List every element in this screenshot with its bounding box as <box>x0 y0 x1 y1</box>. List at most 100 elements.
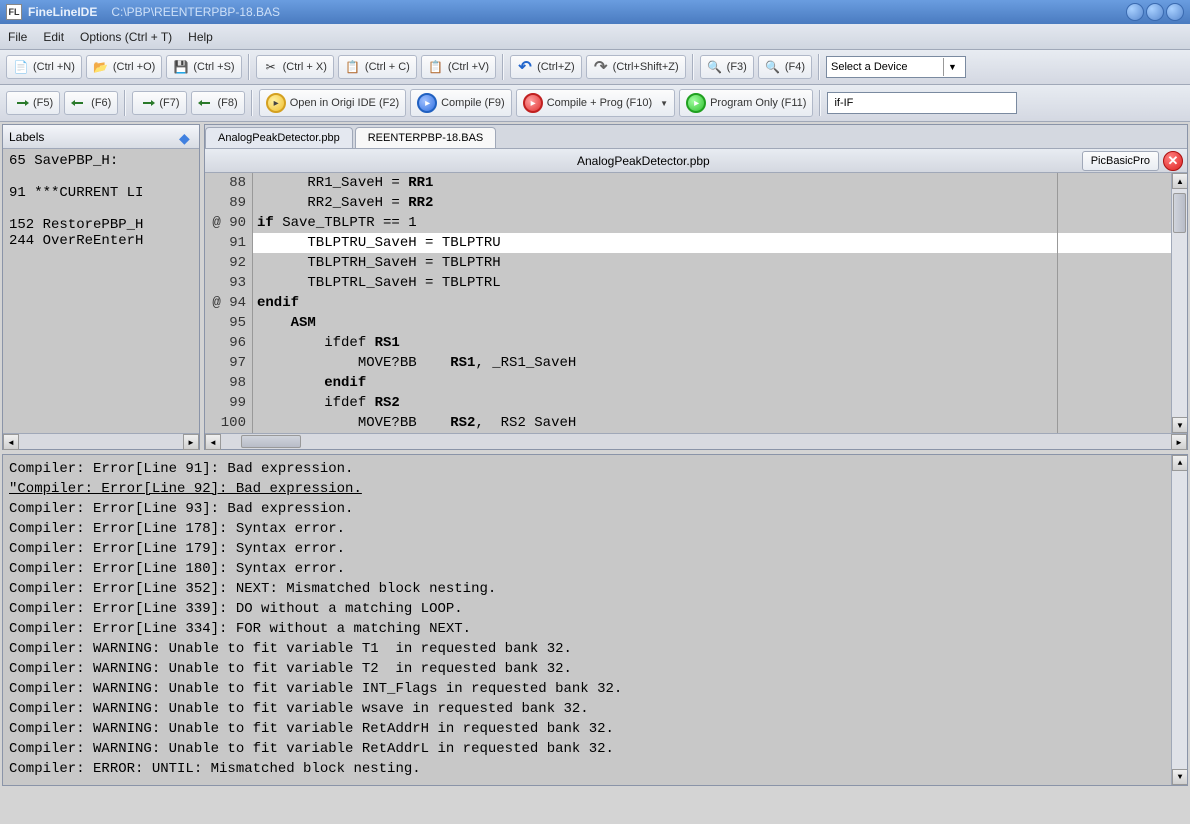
code-line[interactable]: endif <box>253 373 1171 393</box>
language-button[interactable]: PicBasicPro <box>1082 151 1159 171</box>
find-button[interactable]: (F3) <box>700 55 754 79</box>
output-line[interactable]: Compiler: WARNING: Unable to fit variabl… <box>9 739 1181 759</box>
output-line[interactable]: Compiler: Error[Line 180]: Syntax error. <box>9 559 1181 579</box>
code-line[interactable]: ASM <box>253 313 1171 333</box>
indent-left-icon <box>198 95 214 111</box>
findnext-button[interactable]: (F4) <box>758 55 812 79</box>
editor-vscroll[interactable]: ▲ ▼ <box>1171 173 1187 433</box>
findnext-label: (F4) <box>785 61 805 73</box>
tab-analogpeak[interactable]: AnalogPeakDetector.pbp <box>205 127 353 148</box>
line-number: @ 90 <box>205 213 246 233</box>
output-line[interactable]: Compiler: ERROR: UNTIL: Mismatched block… <box>9 759 1181 779</box>
snippet-field[interactable]: if-IF <box>827 92 1017 114</box>
scroll-right-button[interactable]: ► <box>183 434 199 450</box>
editor-header: AnalogPeakDetector.pbp PicBasicPro ✕ <box>205 149 1187 173</box>
code-line[interactable]: endif <box>253 293 1171 313</box>
menubar: File Edit Options (Ctrl + T) Help <box>0 24 1190 50</box>
line-number: 91 <box>205 233 246 253</box>
scroll-down-button[interactable]: ▼ <box>1172 769 1188 785</box>
paste-button[interactable]: (Ctrl +V) <box>421 55 496 79</box>
separator <box>124 90 126 116</box>
undo-icon <box>517 59 533 75</box>
open-orig-ide-button[interactable]: Open in Origi IDE (F2) <box>259 89 406 117</box>
code-line[interactable]: MOVE?BB RS1, _RS1_SaveH <box>253 353 1171 373</box>
copy-button[interactable]: (Ctrl + C) <box>338 55 417 79</box>
output-line[interactable]: Compiler: WARNING: Unable to fit variabl… <box>9 679 1181 699</box>
code-area[interactable]: RR1_SaveH = RR1 RR2_SaveH = RR2if Save_T… <box>253 173 1171 433</box>
program-only-button[interactable]: Program Only (F11) <box>679 89 813 117</box>
code-line[interactable]: RR1_SaveH = RR1 <box>253 173 1171 193</box>
scroll-track[interactable] <box>19 434 183 449</box>
line-number: 92 <box>205 253 246 273</box>
editor-filename: AnalogPeakDetector.pbp <box>205 154 1082 168</box>
sidebar-body[interactable]: 65 SavePBP_H: 91 ***CURRENT LI 152 Resto… <box>3 149 199 433</box>
code-line[interactable]: TBLPTRH_SaveH = TBLPTRH <box>253 253 1171 273</box>
cut-icon <box>263 59 279 75</box>
scroll-down-button[interactable]: ▼ <box>1172 417 1187 433</box>
toolbar-row-2: (F5) (F6) (F7) (F8) Open in Origi IDE (F… <box>0 85 1190 122</box>
menu-options[interactable]: Options (Ctrl + T) <box>80 30 172 44</box>
margin-line <box>1057 173 1058 433</box>
output-line[interactable]: Compiler: WARNING: Unable to fit variabl… <box>9 639 1181 659</box>
indent-f6-button[interactable]: (F6) <box>64 91 118 115</box>
code-line[interactable]: TBLPTRL_SaveH = TBLPTRL <box>253 273 1171 293</box>
undo-button[interactable]: (Ctrl+Z) <box>510 55 582 79</box>
output-line[interactable]: Compiler: WARNING: Unable to fit variabl… <box>9 719 1181 739</box>
compile-prog-button[interactable]: Compile + Prog (F10) <box>516 89 675 117</box>
sidebar-hscroll[interactable]: ◄ ► <box>3 433 199 449</box>
code-line[interactable]: MOVE?BB RS2, RS2 SaveH <box>253 413 1171 433</box>
editor-hscroll[interactable]: ◄ ► <box>205 433 1187 449</box>
scroll-right-button[interactable]: ► <box>1171 434 1187 450</box>
output-line[interactable]: Compiler: Error[Line 339]: DO without a … <box>9 599 1181 619</box>
scroll-up-button[interactable]: ▲ <box>1172 455 1188 471</box>
minimize-button[interactable] <box>1126 3 1144 21</box>
output-line[interactable]: Compiler: Error[Line 334]: FOR without a… <box>9 619 1181 639</box>
menu-file[interactable]: File <box>8 30 27 44</box>
output-line[interactable]: Compiler: WARNING: Unable to fit variabl… <box>9 659 1181 679</box>
close-button[interactable] <box>1166 3 1184 21</box>
output-panel[interactable]: Compiler: Error[Line 91]: Bad expression… <box>2 454 1188 786</box>
code-line[interactable]: if Save_TBLPTR == 1 <box>253 213 1171 233</box>
close-file-button[interactable]: ✕ <box>1163 151 1183 171</box>
indent-right-icon <box>13 95 29 111</box>
menu-help[interactable]: Help <box>188 30 213 44</box>
scroll-left-button[interactable]: ◄ <box>205 434 221 450</box>
code-line[interactable]: RR2_SaveH = RR2 <box>253 193 1171 213</box>
indent-f5-button[interactable]: (F5) <box>6 91 60 115</box>
scroll-thumb[interactable] <box>241 435 301 448</box>
redo-button[interactable]: (Ctrl+Shift+Z) <box>586 55 686 79</box>
file-path: C:\PBP\REENTERPBP-18.BAS <box>111 5 280 19</box>
code-line[interactable]: ifdef RS2 <box>253 393 1171 413</box>
output-line[interactable]: Compiler: Error[Line 178]: Syntax error. <box>9 519 1181 539</box>
code-line[interactable]: TBLPTRU_SaveH = TBLPTRU <box>253 233 1171 253</box>
save-button[interactable]: (Ctrl +S) <box>166 55 241 79</box>
indent-f7-button[interactable]: (F7) <box>132 91 186 115</box>
compile-button[interactable]: Compile (F9) <box>410 89 512 117</box>
scroll-left-button[interactable]: ◄ <box>3 434 19 450</box>
output-line[interactable]: Compiler: Error[Line 179]: Syntax error. <box>9 539 1181 559</box>
maximize-button[interactable] <box>1146 3 1164 21</box>
code-line[interactable]: ifdef RS1 <box>253 333 1171 353</box>
scroll-thumb[interactable] <box>1173 193 1186 233</box>
output-line[interactable]: Compiler: Error[Line 91]: Bad expression… <box>9 459 1181 479</box>
output-line[interactable]: Compiler: WARNING: Unable to fit variabl… <box>9 699 1181 719</box>
output-vscroll[interactable]: ▲ ▼ <box>1171 455 1187 785</box>
output-line[interactable]: "Compiler: Error[Line 92]: Bad expressio… <box>9 479 1181 499</box>
progonly-label: Program Only (F11) <box>710 97 806 109</box>
output-line[interactable]: Compiler: Error[Line 352]: NEXT: Mismatc… <box>9 579 1181 599</box>
scroll-up-button[interactable]: ▲ <box>1172 173 1187 189</box>
menu-edit[interactable]: Edit <box>43 30 64 44</box>
sidebar-header[interactable]: Labels ◆ <box>3 125 199 149</box>
new-button[interactable]: (Ctrl +N) <box>6 55 82 79</box>
scroll-track[interactable] <box>221 434 1171 449</box>
cut-button[interactable]: (Ctrl + X) <box>256 55 334 79</box>
open-button[interactable]: (Ctrl +O) <box>86 55 162 79</box>
window-controls <box>1126 3 1184 21</box>
indent-f8-button[interactable]: (F8) <box>191 91 245 115</box>
tab-reenter[interactable]: REENTERPBP-18.BAS <box>355 127 497 148</box>
save-label: (Ctrl +S) <box>193 61 234 73</box>
line-number: 97 <box>205 353 246 373</box>
line-number: @ 94 <box>205 293 246 313</box>
output-line[interactable]: Compiler: Error[Line 93]: Bad expression… <box>9 499 1181 519</box>
device-select[interactable]: Select a Device ▼ <box>826 56 966 78</box>
